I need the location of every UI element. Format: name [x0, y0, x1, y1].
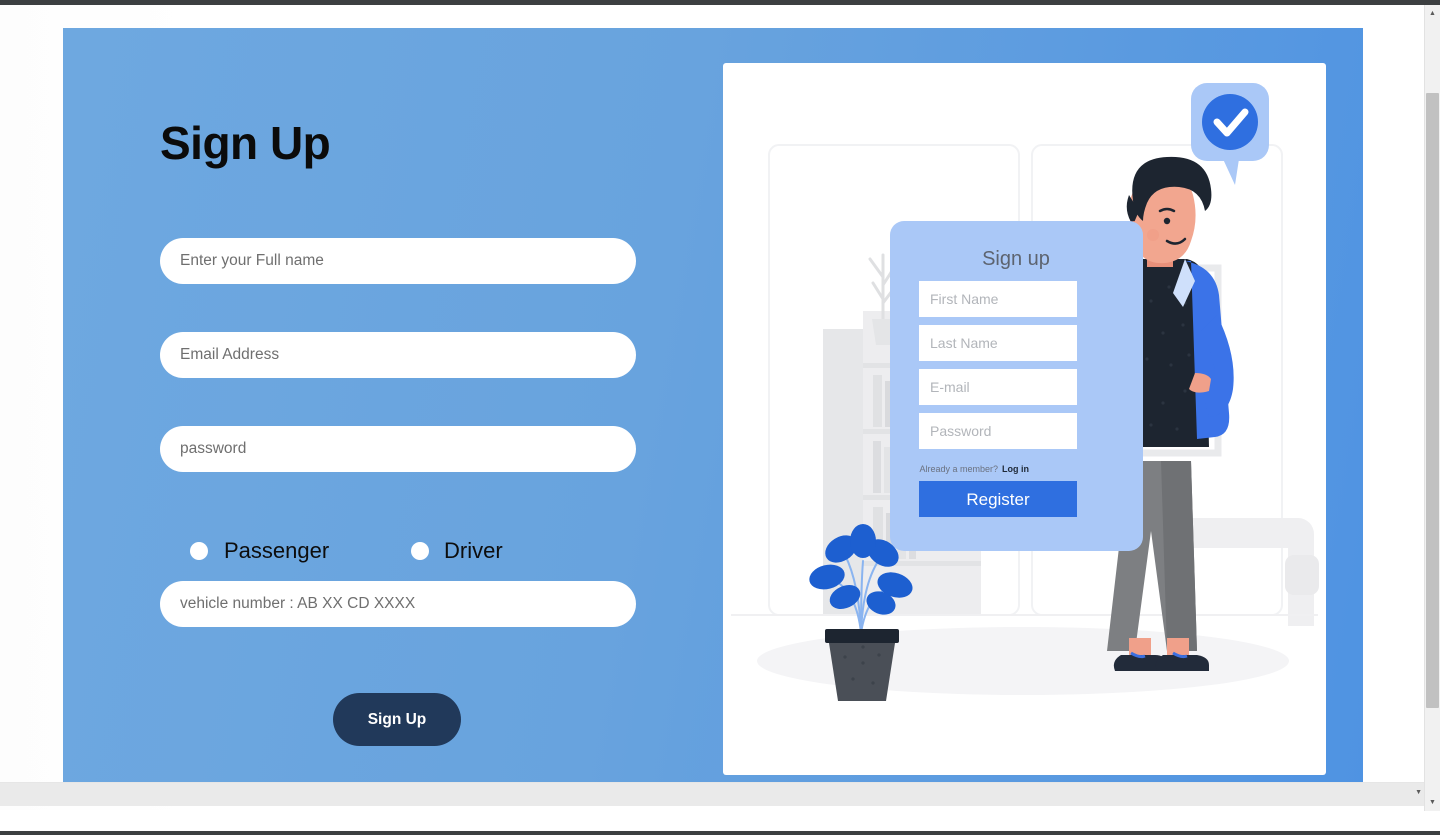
role-label-driver: Driver: [444, 538, 503, 563]
role-option-driver[interactable]: Driver: [411, 533, 503, 569]
scroll-down-arrow-icon[interactable]: ▼: [1425, 794, 1440, 811]
radio-unchecked-icon[interactable]: [411, 542, 429, 560]
scroll-up-arrow-icon[interactable]: ▲: [1425, 5, 1440, 22]
role-label-passenger: Passenger: [224, 538, 330, 563]
illustration-field-email: E-mail: [930, 379, 970, 395]
signup-submit-button[interactable]: Sign Up: [333, 693, 461, 746]
email-input[interactable]: [160, 332, 636, 378]
signup-illustration: Sign up First Name Last Name E-mail Pass…: [731, 83, 1319, 701]
vehicle-number-input[interactable]: [160, 581, 636, 627]
page-canvas: Sign Up Passenger Driver Sign Up: [0, 5, 1424, 810]
window-bottom-edge: [0, 831, 1440, 835]
illustration-card-title: Sign up: [982, 248, 1050, 270]
page-title: Sign Up: [160, 117, 331, 169]
horizontal-scrollbar[interactable]: ▼: [0, 782, 1424, 806]
role-option-passenger[interactable]: Passenger: [190, 533, 329, 569]
vertical-scrollbar-thumb[interactable]: [1426, 93, 1439, 708]
radio-unchecked-icon[interactable]: [190, 542, 208, 560]
screenshot-viewport: Sign Up Passenger Driver Sign Up: [0, 0, 1440, 835]
illustration-card: Sign up First Name Last Name E-mail Pass…: [723, 63, 1326, 775]
illustration-login-prompt: Already a member?: [919, 464, 998, 474]
signup-panel: Sign Up Passenger Driver Sign Up: [63, 28, 1363, 803]
password-input[interactable]: [160, 426, 636, 472]
illustration-field-password: Password: [930, 423, 991, 439]
role-radio-group: Passenger Driver: [160, 533, 636, 569]
hscroll-arrow-icon[interactable]: ▼: [1415, 789, 1422, 796]
fullname-input[interactable]: [160, 238, 636, 284]
vertical-scrollbar[interactable]: ▲ ▼: [1424, 5, 1440, 811]
illustration-register-label: Register: [966, 490, 1030, 509]
illustration-field-first-name: First Name: [930, 291, 999, 307]
illustration-login-link: Log in: [1002, 464, 1029, 474]
signup-form: Sign Up Passenger Driver Sign Up: [160, 28, 720, 803]
illustration-field-last-name: Last Name: [930, 335, 998, 351]
